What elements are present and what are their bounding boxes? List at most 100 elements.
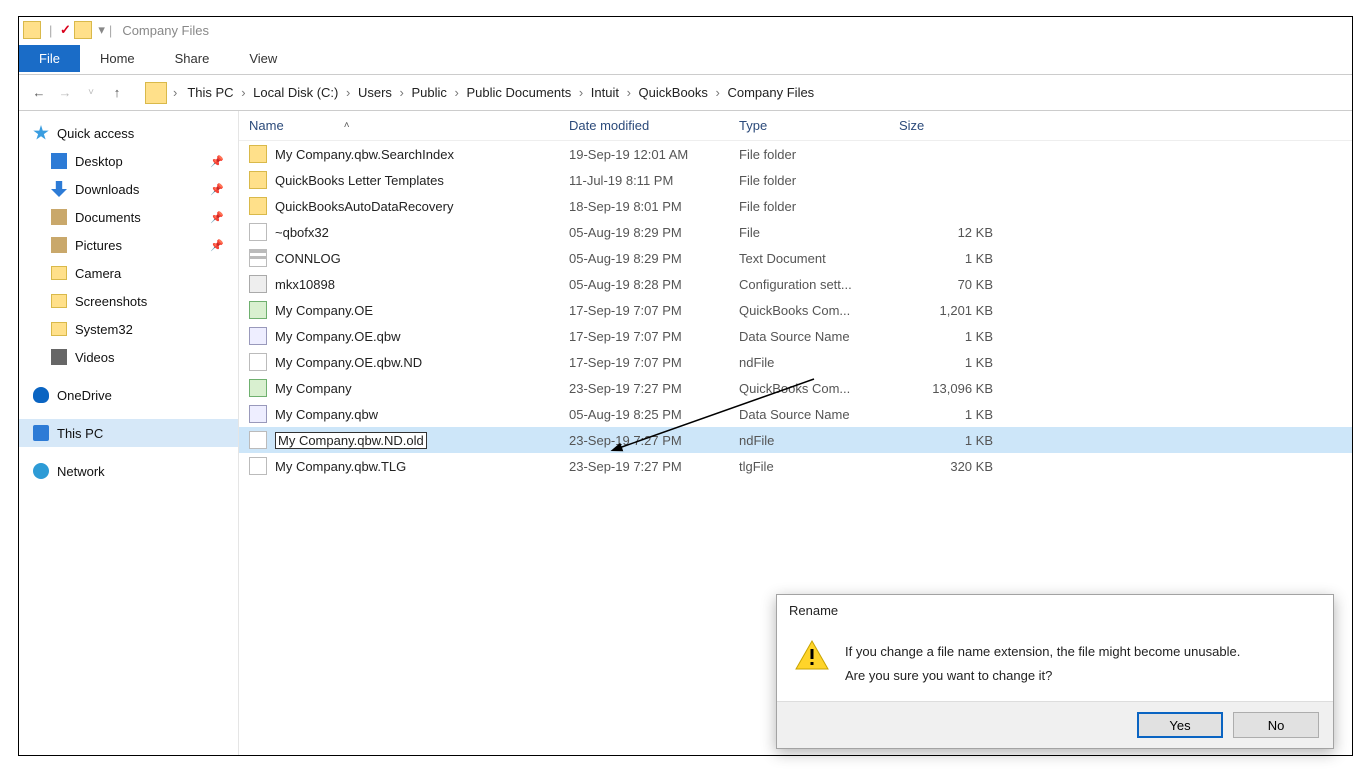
col-date[interactable]: Date modified xyxy=(569,118,739,133)
chevron-right-icon[interactable]: › xyxy=(575,85,587,100)
sidebar-network[interactable]: Network xyxy=(19,457,238,485)
file-type: File folder xyxy=(739,173,899,188)
file-type: ndFile xyxy=(739,433,899,448)
breadcrumb-item[interactable]: Local Disk (C:) xyxy=(249,83,342,102)
chevron-right-icon[interactable]: › xyxy=(396,85,408,100)
file-row[interactable]: QuickBooksAutoDataRecovery 18-Sep-19 8:0… xyxy=(239,193,1352,219)
file-name: CONNLOG xyxy=(275,251,341,266)
chevron-right-icon[interactable]: › xyxy=(342,85,354,100)
nav-up-icon[interactable]: ↑ xyxy=(107,85,127,100)
qat-checkbox-icon[interactable]: ✓ xyxy=(56,21,74,39)
file-row[interactable]: My Company.OE.qbw 17-Sep-19 7:07 PM Data… xyxy=(239,323,1352,349)
desktop-icon xyxy=(51,153,67,169)
ds-icon xyxy=(249,405,267,423)
breadcrumb-item[interactable]: Public xyxy=(407,83,450,102)
file-row[interactable]: My Company.qbw.SearchIndex 19-Sep-19 12:… xyxy=(239,141,1352,167)
file-date: 17-Sep-19 7:07 PM xyxy=(569,355,739,370)
ribbon-tab-home[interactable]: Home xyxy=(80,45,155,72)
sidebar-item-label: Screenshots xyxy=(75,294,147,309)
file-size: 1 KB xyxy=(899,433,1009,448)
breadcrumb-item[interactable]: Intuit xyxy=(587,83,623,102)
ribbon-tab-share[interactable]: Share xyxy=(155,45,230,72)
file-row[interactable]: My Company.qbw 05-Aug-19 8:25 PM Data So… xyxy=(239,401,1352,427)
pin-icon: 📌 xyxy=(210,211,224,224)
sidebar-item[interactable]: Documents 📌 xyxy=(19,203,238,231)
breadcrumb-item[interactable]: Users xyxy=(354,83,396,102)
col-size[interactable]: Size xyxy=(899,118,1009,133)
file-row[interactable]: ~qbofx32 05-Aug-19 8:29 PM File 12 KB xyxy=(239,219,1352,245)
sidebar-item-label: System32 xyxy=(75,322,133,337)
file-name: mkx10898 xyxy=(275,277,335,292)
file-date: 05-Aug-19 8:25 PM xyxy=(569,407,739,422)
file-size: 12 KB xyxy=(899,225,1009,240)
pc-icon xyxy=(33,425,49,441)
folder-icon xyxy=(51,322,67,336)
qat-dropdown-icon[interactable]: ▾ xyxy=(98,22,105,38)
sidebar-item[interactable]: Videos xyxy=(19,343,238,371)
file-date: 05-Aug-19 8:29 PM xyxy=(569,225,739,240)
file-row[interactable]: mkx10898 05-Aug-19 8:28 PM Configuration… xyxy=(239,271,1352,297)
network-icon xyxy=(33,463,49,479)
file-row[interactable]: My Company.qbw.ND.old 23-Sep-19 7:27 PM … xyxy=(239,427,1352,453)
sidebar-item[interactable]: Screenshots xyxy=(19,287,238,315)
sidebar-item[interactable]: Pictures 📌 xyxy=(19,231,238,259)
file-date: 05-Aug-19 8:29 PM xyxy=(569,251,739,266)
chevron-right-icon[interactable]: › xyxy=(712,85,724,100)
sidebar-label-thispc: This PC xyxy=(57,426,103,441)
nav-history-icon[interactable]: ˅ xyxy=(81,87,101,98)
file-row[interactable]: My Company.qbw.TLG 23-Sep-19 7:27 PM tlg… xyxy=(239,453,1352,479)
file-size: 1,201 KB xyxy=(899,303,1009,318)
crumb-sep[interactable]: › xyxy=(173,85,177,100)
file-name: My Company.qbw.SearchIndex xyxy=(275,147,454,162)
file-row[interactable]: CONNLOG 05-Aug-19 8:29 PM Text Document … xyxy=(239,245,1352,271)
pic-icon xyxy=(51,237,67,253)
sidebar-item[interactable]: System32 xyxy=(19,315,238,343)
file-type: File folder xyxy=(739,147,899,162)
chevron-right-icon[interactable]: › xyxy=(623,85,635,100)
qat-folder-icon[interactable] xyxy=(74,21,92,39)
breadcrumb-item[interactable]: Public Documents xyxy=(462,83,575,102)
file-size: 320 KB xyxy=(899,459,1009,474)
sidebar-item-label: Documents xyxy=(75,210,141,225)
no-button[interactable]: No xyxy=(1233,712,1319,738)
chevron-right-icon[interactable]: › xyxy=(238,85,250,100)
ribbon-tab-view[interactable]: View xyxy=(229,45,297,72)
file-type: QuickBooks Com... xyxy=(739,381,899,396)
rename-dialog: Rename If you change a file name extensi… xyxy=(776,594,1334,749)
file-name: QuickBooks Letter Templates xyxy=(275,173,444,188)
breadcrumb-item[interactable]: This PC xyxy=(183,83,237,102)
sidebar-item[interactable]: Camera xyxy=(19,259,238,287)
sidebar-item[interactable]: Desktop 📌 xyxy=(19,147,238,175)
sidebar-quick-access[interactable]: Quick access xyxy=(19,119,238,147)
file-row[interactable]: My Company.OE 17-Sep-19 7:07 PM QuickBoo… xyxy=(239,297,1352,323)
file-type: File xyxy=(739,225,899,240)
sidebar-item[interactable]: Downloads 📌 xyxy=(19,175,238,203)
sidebar-onedrive[interactable]: OneDrive xyxy=(19,381,238,409)
file-row[interactable]: My Company.OE.qbw.ND 17-Sep-19 7:07 PM n… xyxy=(239,349,1352,375)
address-folder-icon[interactable] xyxy=(145,82,167,104)
sidebar-this-pc[interactable]: This PC xyxy=(19,419,238,447)
cloud-icon xyxy=(33,387,49,403)
rename-input[interactable]: My Company.qbw.ND.old xyxy=(275,432,427,449)
file-type: Data Source Name xyxy=(739,329,899,344)
breadcrumb-item[interactable]: QuickBooks xyxy=(635,83,712,102)
file-type: QuickBooks Com... xyxy=(739,303,899,318)
file-date: 05-Aug-19 8:28 PM xyxy=(569,277,739,292)
file-date: 23-Sep-19 7:27 PM xyxy=(569,459,739,474)
breadcrumb-item[interactable]: Company Files xyxy=(723,83,818,102)
down-icon xyxy=(51,181,67,197)
file-row[interactable]: My Company 23-Sep-19 7:27 PM QuickBooks … xyxy=(239,375,1352,401)
col-name[interactable]: Name˄ xyxy=(249,118,569,133)
ribbon-file-tab[interactable]: File xyxy=(19,45,80,72)
file-date: 18-Sep-19 8:01 PM xyxy=(569,199,739,214)
yes-button[interactable]: Yes xyxy=(1137,712,1223,738)
file-name: My Company xyxy=(275,381,352,396)
file-row[interactable]: QuickBooks Letter Templates 11-Jul-19 8:… xyxy=(239,167,1352,193)
chevron-right-icon[interactable]: › xyxy=(451,85,463,100)
col-type[interactable]: Type xyxy=(739,118,899,133)
nav-back-icon[interactable]: ← xyxy=(29,85,49,100)
folder-icon xyxy=(51,294,67,308)
ds-icon xyxy=(249,327,267,345)
file-icon xyxy=(249,223,267,241)
file-date: 11-Jul-19 8:11 PM xyxy=(569,173,739,188)
